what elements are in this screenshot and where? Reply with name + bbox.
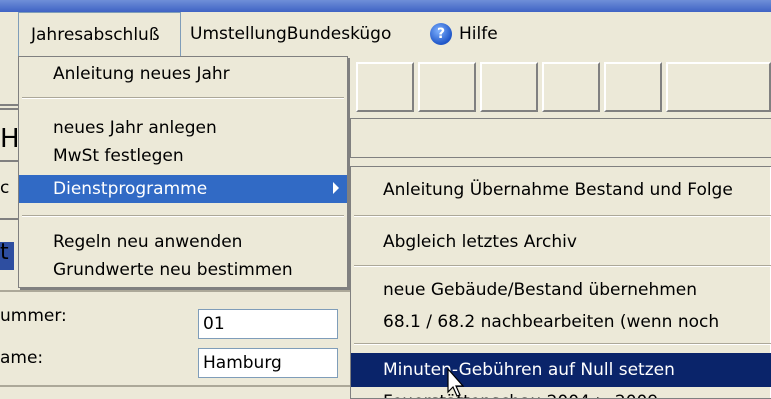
header-panel xyxy=(350,118,771,158)
menu-hilfe[interactable]: Hilfe xyxy=(459,12,498,56)
menu-item-label: Dienstprogramme xyxy=(53,179,208,199)
nummer-input[interactable]: 01 xyxy=(198,309,338,339)
divider xyxy=(0,385,350,387)
name-input[interactable]: Hamburg xyxy=(198,348,338,378)
submenu-item-anleitung-uebernahme[interactable]: Anleitung Übernahme Bestand und Folge xyxy=(351,175,771,205)
label-fragment: c xyxy=(0,178,10,198)
help-icon: ? xyxy=(430,23,452,45)
label-fragment: t xyxy=(0,240,9,265)
window-title-strip xyxy=(0,0,771,12)
toolbar-button[interactable] xyxy=(356,62,414,112)
menu-separator xyxy=(22,97,344,99)
menu-item-dienstprogramme[interactable]: Dienstprogramme xyxy=(19,175,347,203)
divider xyxy=(0,104,18,106)
menu-item-mwst-festlegen[interactable]: MwSt festlegen xyxy=(19,143,347,169)
submenu-item-68-nachbearbeiten[interactable]: 68.1 / 68.2 nachbearbeiten (wenn noch xyxy=(351,307,771,337)
submenu-item-feuerstaettenschau[interactable]: Feuerstättenschau 2004 > 2009 xyxy=(351,387,771,398)
toolbar-button[interactable] xyxy=(604,62,662,112)
menu-item-neues-jahr-anlegen[interactable]: neues Jahr anlegen xyxy=(19,115,347,141)
menu-separator xyxy=(354,215,771,217)
dienstprogramme-submenu: Anleitung Übernahme Bestand und Folge Ab… xyxy=(350,166,771,399)
toolbar-button[interactable] xyxy=(666,62,771,112)
field-label-nummer: ummer: xyxy=(0,306,67,326)
divider xyxy=(0,218,18,220)
jahresabschluss-dropdown: Anleitung neues Jahr neues Jahr anlegen … xyxy=(18,56,348,288)
toolbar-button[interactable] xyxy=(480,62,538,112)
menu-item-grundwerte-neu-bestimmen[interactable]: Grundwerte neu bestimmen xyxy=(19,257,347,283)
divider xyxy=(0,290,350,292)
submenu-arrow-icon xyxy=(333,182,339,194)
menu-separator xyxy=(354,343,771,345)
heading-fragment: H xyxy=(0,124,18,154)
mouse-cursor-icon xyxy=(447,368,465,397)
menu-separator xyxy=(22,215,344,217)
field-label-name: ame: xyxy=(0,348,44,368)
divider xyxy=(0,160,18,162)
menu-item-anleitung-neues-jahr[interactable]: Anleitung neues Jahr xyxy=(19,61,347,87)
submenu-item-abgleich-archiv[interactable]: Abgleich letztes Archiv xyxy=(351,227,771,257)
toolbar-button[interactable] xyxy=(542,62,600,112)
menu-separator xyxy=(354,265,771,267)
menu-bar: Jahresabschluß UmstellungBundeskügo ? Hi… xyxy=(0,12,771,56)
menu-item-regeln-neu-anwenden[interactable]: Regeln neu anwenden xyxy=(19,229,347,255)
submenu-item-gebaeude-uebernehmen[interactable]: neue Gebäude/Bestand übernehmen xyxy=(351,275,771,305)
toolbar-button[interactable] xyxy=(418,62,476,112)
menu-umstellung[interactable]: UmstellungBundeskügo xyxy=(190,12,391,56)
menu-jahresabschluss[interactable]: Jahresabschluß xyxy=(18,12,181,56)
divider xyxy=(0,108,18,110)
submenu-item-minuten-gebuehren[interactable]: Minuten-Gebühren auf Null setzen xyxy=(351,353,771,387)
